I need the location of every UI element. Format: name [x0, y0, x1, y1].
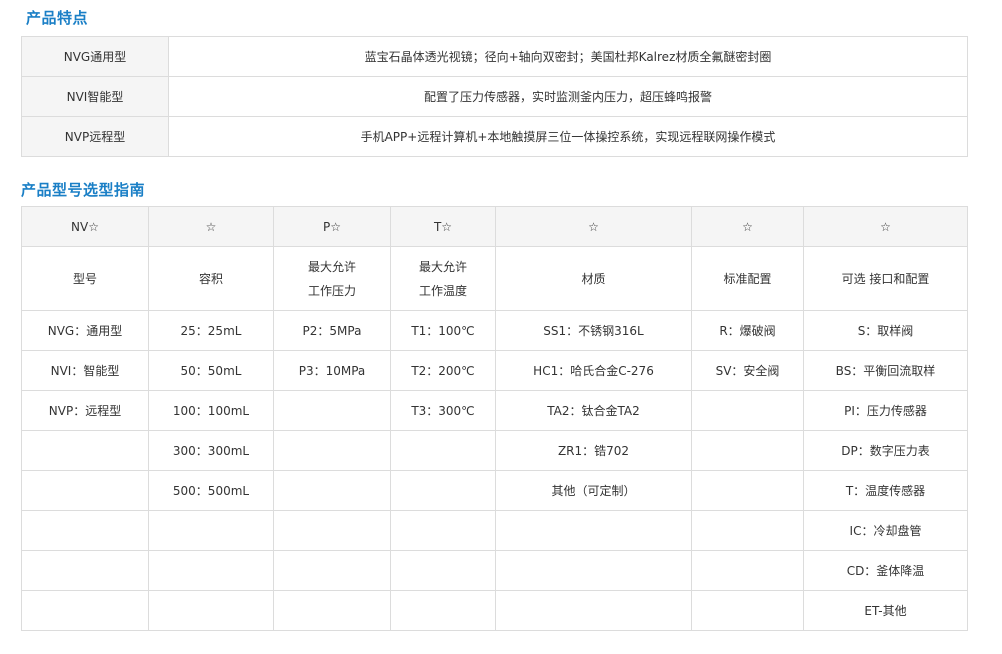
- table-row: NVP：远程型 100：100mL T3：300℃ TA2：钛合金TA2 PI：…: [21, 390, 968, 431]
- table-cell: [390, 510, 496, 551]
- table-row: ET-其他: [21, 590, 968, 631]
- feature-name-cell: NVI智能型: [21, 76, 169, 117]
- guide-section-title: 产品型号选型指南: [21, 181, 146, 199]
- table-cell: T1：100℃: [390, 310, 496, 351]
- table-cell: [273, 550, 391, 591]
- table-cell: P2：5MPa: [273, 310, 391, 351]
- label-model: 型号: [21, 246, 149, 311]
- table-cell: [21, 470, 149, 511]
- table-cell: P3：10MPa: [273, 350, 391, 391]
- label-pressure: 最大允许 工作压力: [273, 246, 391, 311]
- table-cell: ET-其他: [803, 590, 968, 631]
- label-standard-config: 标准配置: [691, 246, 804, 311]
- table-cell: [691, 510, 804, 551]
- table-cell: 50：50mL: [148, 350, 274, 391]
- table-cell: 100：100mL: [148, 390, 274, 431]
- table-cell: [273, 510, 391, 551]
- table-cell: 其他（可定制）: [495, 470, 692, 511]
- model-selection-table: NV☆ ☆ P☆ T☆ ☆ ☆ ☆ 型号 容积 最大允许 工作压力 最大允许 工作温…: [21, 206, 968, 631]
- table-cell: ZR1：锆702: [495, 430, 692, 471]
- table-cell: SV：安全阀: [691, 350, 804, 391]
- table-cell: TA2：钛合金TA2: [495, 390, 692, 431]
- table-cell: 25：25mL: [148, 310, 274, 351]
- table-cell: [691, 390, 804, 431]
- table-cell: NVG：通用型: [21, 310, 149, 351]
- column-label-row: 型号 容积 最大允许 工作压力 最大允许 工作温度 材质 标准配置 可选 接口和配置: [21, 246, 968, 311]
- table-cell: R：爆破阀: [691, 310, 804, 351]
- table-cell: [148, 590, 274, 631]
- table-cell: DP：数字压力表: [803, 430, 968, 471]
- table-cell: [21, 590, 149, 631]
- code-cell-volume: ☆: [148, 206, 274, 247]
- feature-desc-cell: 蓝宝石晶体透光视镜；径向+轴向双密封；美国杜邦Kalrez材质全氟醚密封圈: [168, 36, 968, 77]
- table-cell: [148, 550, 274, 591]
- label-temperature: 最大允许 工作温度: [390, 246, 496, 311]
- code-cell-pressure: P☆: [273, 206, 391, 247]
- table-cell: [390, 550, 496, 591]
- table-cell: [691, 430, 804, 471]
- feature-name-cell: NVP远程型: [21, 116, 169, 157]
- feature-desc-cell: 配置了压力传感器，实时监测釜内压力，超压蜂鸣报警: [168, 76, 968, 117]
- feature-desc-cell: 手机APP+远程计算机+本地触摸屏三位一体操控系统，实现远程联网操作模式: [168, 116, 968, 157]
- table-cell: [691, 470, 804, 511]
- table-cell: [495, 510, 692, 551]
- label-material: 材质: [495, 246, 692, 311]
- table-cell: [21, 510, 149, 551]
- label-volume: 容积: [148, 246, 274, 311]
- table-row: 300：300mL ZR1：锆702 DP：数字压力表: [21, 430, 968, 471]
- table-cell: T：温度传感器: [803, 470, 968, 511]
- table-cell: NVI：智能型: [21, 350, 149, 391]
- model-code-row: NV☆ ☆ P☆ T☆ ☆ ☆ ☆: [21, 206, 968, 247]
- table-row: NVG：通用型 25：25mL P2：5MPa T1：100℃ SS1：不锈钢3…: [21, 310, 968, 351]
- feature-row-nvi: NVI智能型 配置了压力传感器，实时监测釜内压力，超压蜂鸣报警: [21, 76, 968, 117]
- table-cell: T2：200℃: [390, 350, 496, 391]
- table-cell: [21, 550, 149, 591]
- table-row: NVI：智能型 50：50mL P3：10MPa T2：200℃ HC1：哈氏合…: [21, 350, 968, 391]
- table-cell: [273, 390, 391, 431]
- table-cell: [691, 550, 804, 591]
- table-cell: [495, 550, 692, 591]
- table-cell: SS1：不锈钢316L: [495, 310, 692, 351]
- table-cell: [273, 470, 391, 511]
- features-table: NVG通用型 蓝宝石晶体透光视镜；径向+轴向双密封；美国杜邦Kalrez材质全氟…: [21, 36, 968, 157]
- code-cell-temperature: T☆: [390, 206, 496, 247]
- label-optional-config: 可选 接口和配置: [803, 246, 968, 311]
- table-cell: [495, 590, 692, 631]
- table-cell: [148, 510, 274, 551]
- feature-row-nvg: NVG通用型 蓝宝石晶体透光视镜；径向+轴向双密封；美国杜邦Kalrez材质全氟…: [21, 36, 968, 77]
- table-cell: PI：压力传感器: [803, 390, 968, 431]
- code-cell-standard: ☆: [691, 206, 804, 247]
- table-row: IC：冷却盘管: [21, 510, 968, 551]
- feature-name-cell: NVG通用型: [21, 36, 169, 77]
- table-cell: [273, 590, 391, 631]
- table-cell: 500：500mL: [148, 470, 274, 511]
- table-cell: BS：平衡回流取样: [803, 350, 968, 391]
- table-cell: 300：300mL: [148, 430, 274, 471]
- table-row: 500：500mL 其他（可定制） T：温度传感器: [21, 470, 968, 511]
- table-cell: [390, 470, 496, 511]
- table-cell: IC：冷却盘管: [803, 510, 968, 551]
- table-cell: NVP：远程型: [21, 390, 149, 431]
- table-cell: [691, 590, 804, 631]
- feature-row-nvp: NVP远程型 手机APP+远程计算机+本地触摸屏三位一体操控系统，实现远程联网操…: [21, 116, 968, 157]
- table-cell: [273, 430, 391, 471]
- table-cell: [390, 590, 496, 631]
- table-cell: HC1：哈氏合金C-276: [495, 350, 692, 391]
- table-cell: T3：300℃: [390, 390, 496, 431]
- code-cell-material: ☆: [495, 206, 692, 247]
- table-cell: [390, 430, 496, 471]
- code-cell-model: NV☆: [21, 206, 149, 247]
- table-cell: [21, 430, 149, 471]
- code-cell-optional: ☆: [803, 206, 968, 247]
- table-cell: CD：釜体降温: [803, 550, 968, 591]
- table-cell: S：取样阀: [803, 310, 968, 351]
- table-row: CD：釜体降温: [21, 550, 968, 591]
- features-section-title: 产品特点: [26, 9, 89, 27]
